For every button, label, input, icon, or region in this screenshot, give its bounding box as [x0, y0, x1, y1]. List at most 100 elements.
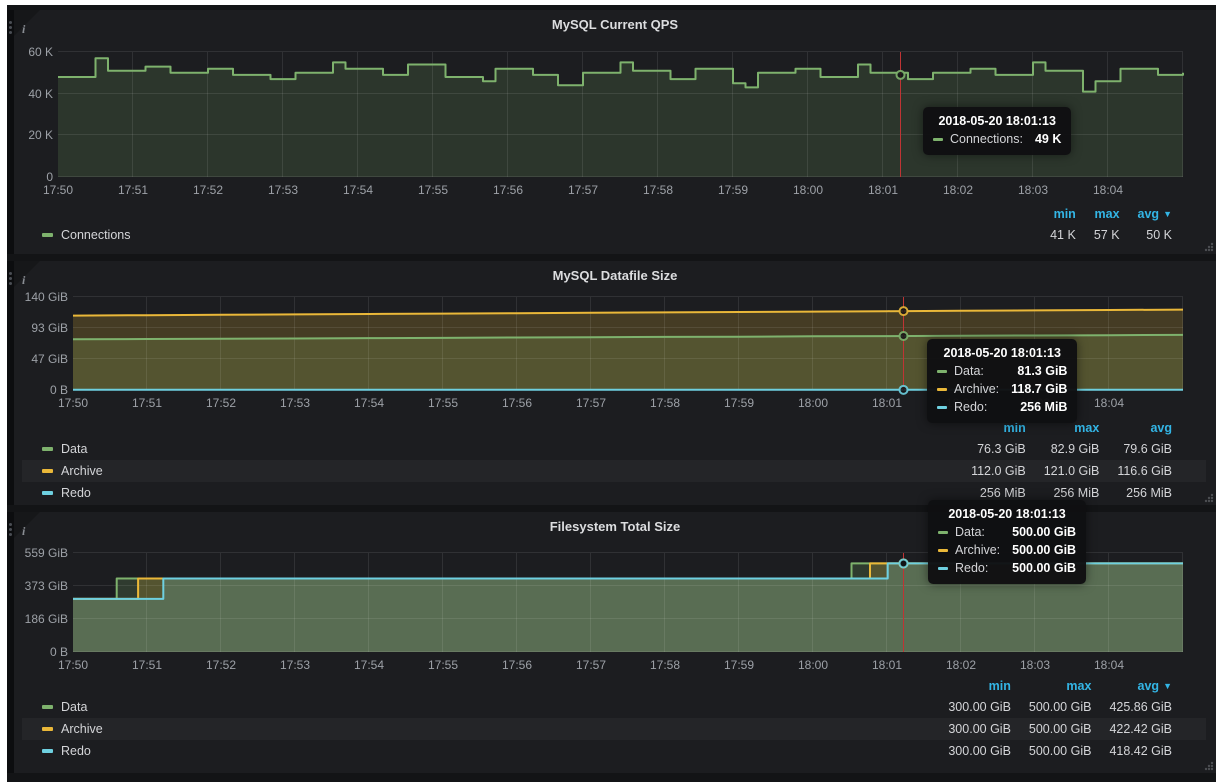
legend-row: Connections41 K57 K50 K	[22, 224, 1206, 246]
legend-row: Archive 300.00 GiB500.00 GiB422.42 GiB	[22, 718, 1206, 740]
tooltip-series-name: Redo:	[954, 400, 987, 414]
tooltip-series-name: Archive:	[954, 382, 999, 396]
series-color-swatch	[933, 138, 943, 141]
panel-resize-handle[interactable]	[1203, 241, 1214, 252]
x-axis-label: 17:55	[428, 396, 458, 410]
legend-series-name[interactable]: Redo	[61, 486, 91, 500]
y-axis-label: 0 B	[20, 383, 68, 397]
series-color-swatch	[937, 370, 947, 373]
panel-info-corner[interactable]	[14, 512, 40, 538]
info-icon: i	[22, 22, 25, 37]
y-axis-label: 60 K	[5, 45, 53, 59]
panel-resize-handle[interactable]	[1203, 492, 1214, 503]
legend-row: Redo300.00 GiB500.00 GiB418.42 GiB	[22, 740, 1206, 762]
legend-value-min: 300.00 GiB	[930, 718, 1011, 740]
panel-info-corner[interactable]	[14, 261, 40, 287]
tooltip-timestamp: 2018-05-20 18:01:13	[937, 346, 1067, 360]
x-axis-label: 17:50	[43, 183, 73, 197]
legend-sort-avg[interactable]: avg	[1099, 418, 1206, 438]
legend-mysql-current-qps: minmaxavg▼Connections41 K57 K50 K	[22, 204, 1206, 246]
x-axis-label: 18:00	[793, 183, 823, 197]
legend-series-name[interactable]: Data	[61, 700, 87, 714]
x-axis-label: 17:58	[650, 396, 680, 410]
legend-value-avg: 256 MiB	[1099, 482, 1206, 504]
panel-mysql-current-qps: i MySQL Current QPS 17:50 17:51 17:52 17:53…	[14, 10, 1216, 254]
tooltip-series-name: Data:	[955, 525, 985, 539]
panel-row-datafile: i MySQL Datafile Size 17:5017:5117:5217:…	[7, 261, 1216, 505]
legend-value-min: 112.0 GiB	[953, 460, 1026, 482]
x-axis-label: 18:02	[943, 183, 973, 197]
legend-value-min: 41 K	[1032, 224, 1076, 246]
legend-sort-max[interactable]: max	[1076, 204, 1120, 224]
tooltip-series-name: Data:	[954, 364, 984, 378]
series-color-swatch	[42, 447, 53, 451]
y-axis-label: 0 B	[20, 645, 68, 659]
x-axis-label: 17:53	[268, 183, 298, 197]
tooltip-timestamp: 2018-05-20 18:01:13	[938, 507, 1076, 521]
hover-point-marker	[900, 332, 908, 340]
x-axis-label: 17:51	[118, 183, 148, 197]
x-axis-label: 17:56	[502, 658, 532, 672]
x-axis-label: 17:52	[193, 183, 223, 197]
tooltip-series-row: Data: 81.3 GiB	[937, 364, 1067, 378]
x-axis-label: 18:04	[1093, 183, 1123, 197]
info-icon: i	[22, 273, 25, 288]
x-axis-label: 17:52	[206, 396, 236, 410]
legend-value-avg: 422.42 GiB	[1091, 718, 1206, 740]
legend-value-max: 500.00 GiB	[1011, 696, 1092, 718]
y-axis-label: 47 GiB	[20, 352, 68, 366]
tooltip-series-row: Archive:500.00 GiB	[938, 543, 1076, 557]
x-axis-label: 18:03	[1018, 183, 1048, 197]
legend-sort-max[interactable]: max	[1011, 676, 1092, 696]
series-color-swatch	[42, 233, 53, 237]
panel-info-corner[interactable]	[14, 10, 40, 36]
panel-mysql-datafile-size: i MySQL Datafile Size 17:5017:5117:5217:…	[14, 261, 1216, 505]
legend-series-name[interactable]: Archive	[61, 464, 103, 478]
series-color-swatch	[42, 491, 53, 495]
tooltip-series-row: Archive:118.7 GiB	[937, 382, 1067, 396]
tooltip-series-row: Redo: 256 MiB	[937, 400, 1067, 414]
x-axis-label: 17:52	[206, 658, 236, 672]
series-color-swatch	[42, 727, 53, 731]
x-axis-label: 17:53	[280, 396, 310, 410]
legend-sort-min[interactable]: min	[930, 676, 1011, 696]
legend-value-avg: 50 K	[1120, 224, 1206, 246]
tooltip-series-row: Connections:49 K	[933, 132, 1061, 146]
x-axis-label: 17:54	[354, 658, 384, 672]
series-color-swatch	[938, 531, 948, 534]
panel-resize-handle[interactable]	[1203, 760, 1214, 771]
y-axis-label: 140 GiB	[20, 290, 68, 304]
legend-value-min: 76.3 GiB	[953, 438, 1026, 460]
legend-sort-avg[interactable]: avg▼	[1120, 204, 1206, 224]
tooltip-series-value: 81.3 GiB	[1017, 364, 1067, 378]
row-drag-handle[interactable]	[7, 512, 14, 773]
x-axis-label: 18:00	[798, 658, 828, 672]
legend-value-min: 300.00 GiB	[930, 696, 1011, 718]
series-color-swatch	[42, 705, 53, 709]
tooltip-series-name: Redo:	[955, 561, 988, 575]
y-axis-label: 186 GiB	[20, 612, 68, 626]
tooltip-series-value: 256 MiB	[1020, 400, 1067, 414]
legend-series-name[interactable]: Connections	[61, 228, 131, 242]
tooltip-mysql-current-qps: 2018-05-20 18:01:13Connections:49 K	[923, 107, 1071, 155]
legend-series-name[interactable]: Redo	[61, 744, 91, 758]
legend-value-max: 500.00 GiB	[1011, 718, 1092, 740]
x-axis-label: 17:56	[502, 396, 532, 410]
panel-title[interactable]: MySQL Datafile Size	[94, 268, 1136, 283]
drag-dots-icon	[9, 21, 12, 24]
legend-value-max: 121.0 GiB	[1026, 460, 1100, 482]
series-color-swatch	[42, 469, 53, 473]
row-drag-handle[interactable]	[7, 261, 14, 505]
legend-sort-min[interactable]: min	[1032, 204, 1076, 224]
x-axis-label: 18:00	[798, 396, 828, 410]
x-axis-label: 17:54	[343, 183, 373, 197]
panel-title[interactable]: MySQL Current QPS	[94, 17, 1136, 32]
legend-value-avg: 79.6 GiB	[1099, 438, 1206, 460]
x-axis-label: 18:03	[1020, 658, 1050, 672]
hover-point-marker	[900, 559, 908, 567]
legend-series-name[interactable]: Archive	[61, 722, 103, 736]
sort-caret-icon: ▼	[1163, 209, 1172, 219]
tooltip-series-value: 500.00 GiB	[1012, 543, 1076, 557]
legend-sort-avg[interactable]: avg▼	[1091, 676, 1206, 696]
legend-series-name[interactable]: Data	[61, 442, 87, 456]
